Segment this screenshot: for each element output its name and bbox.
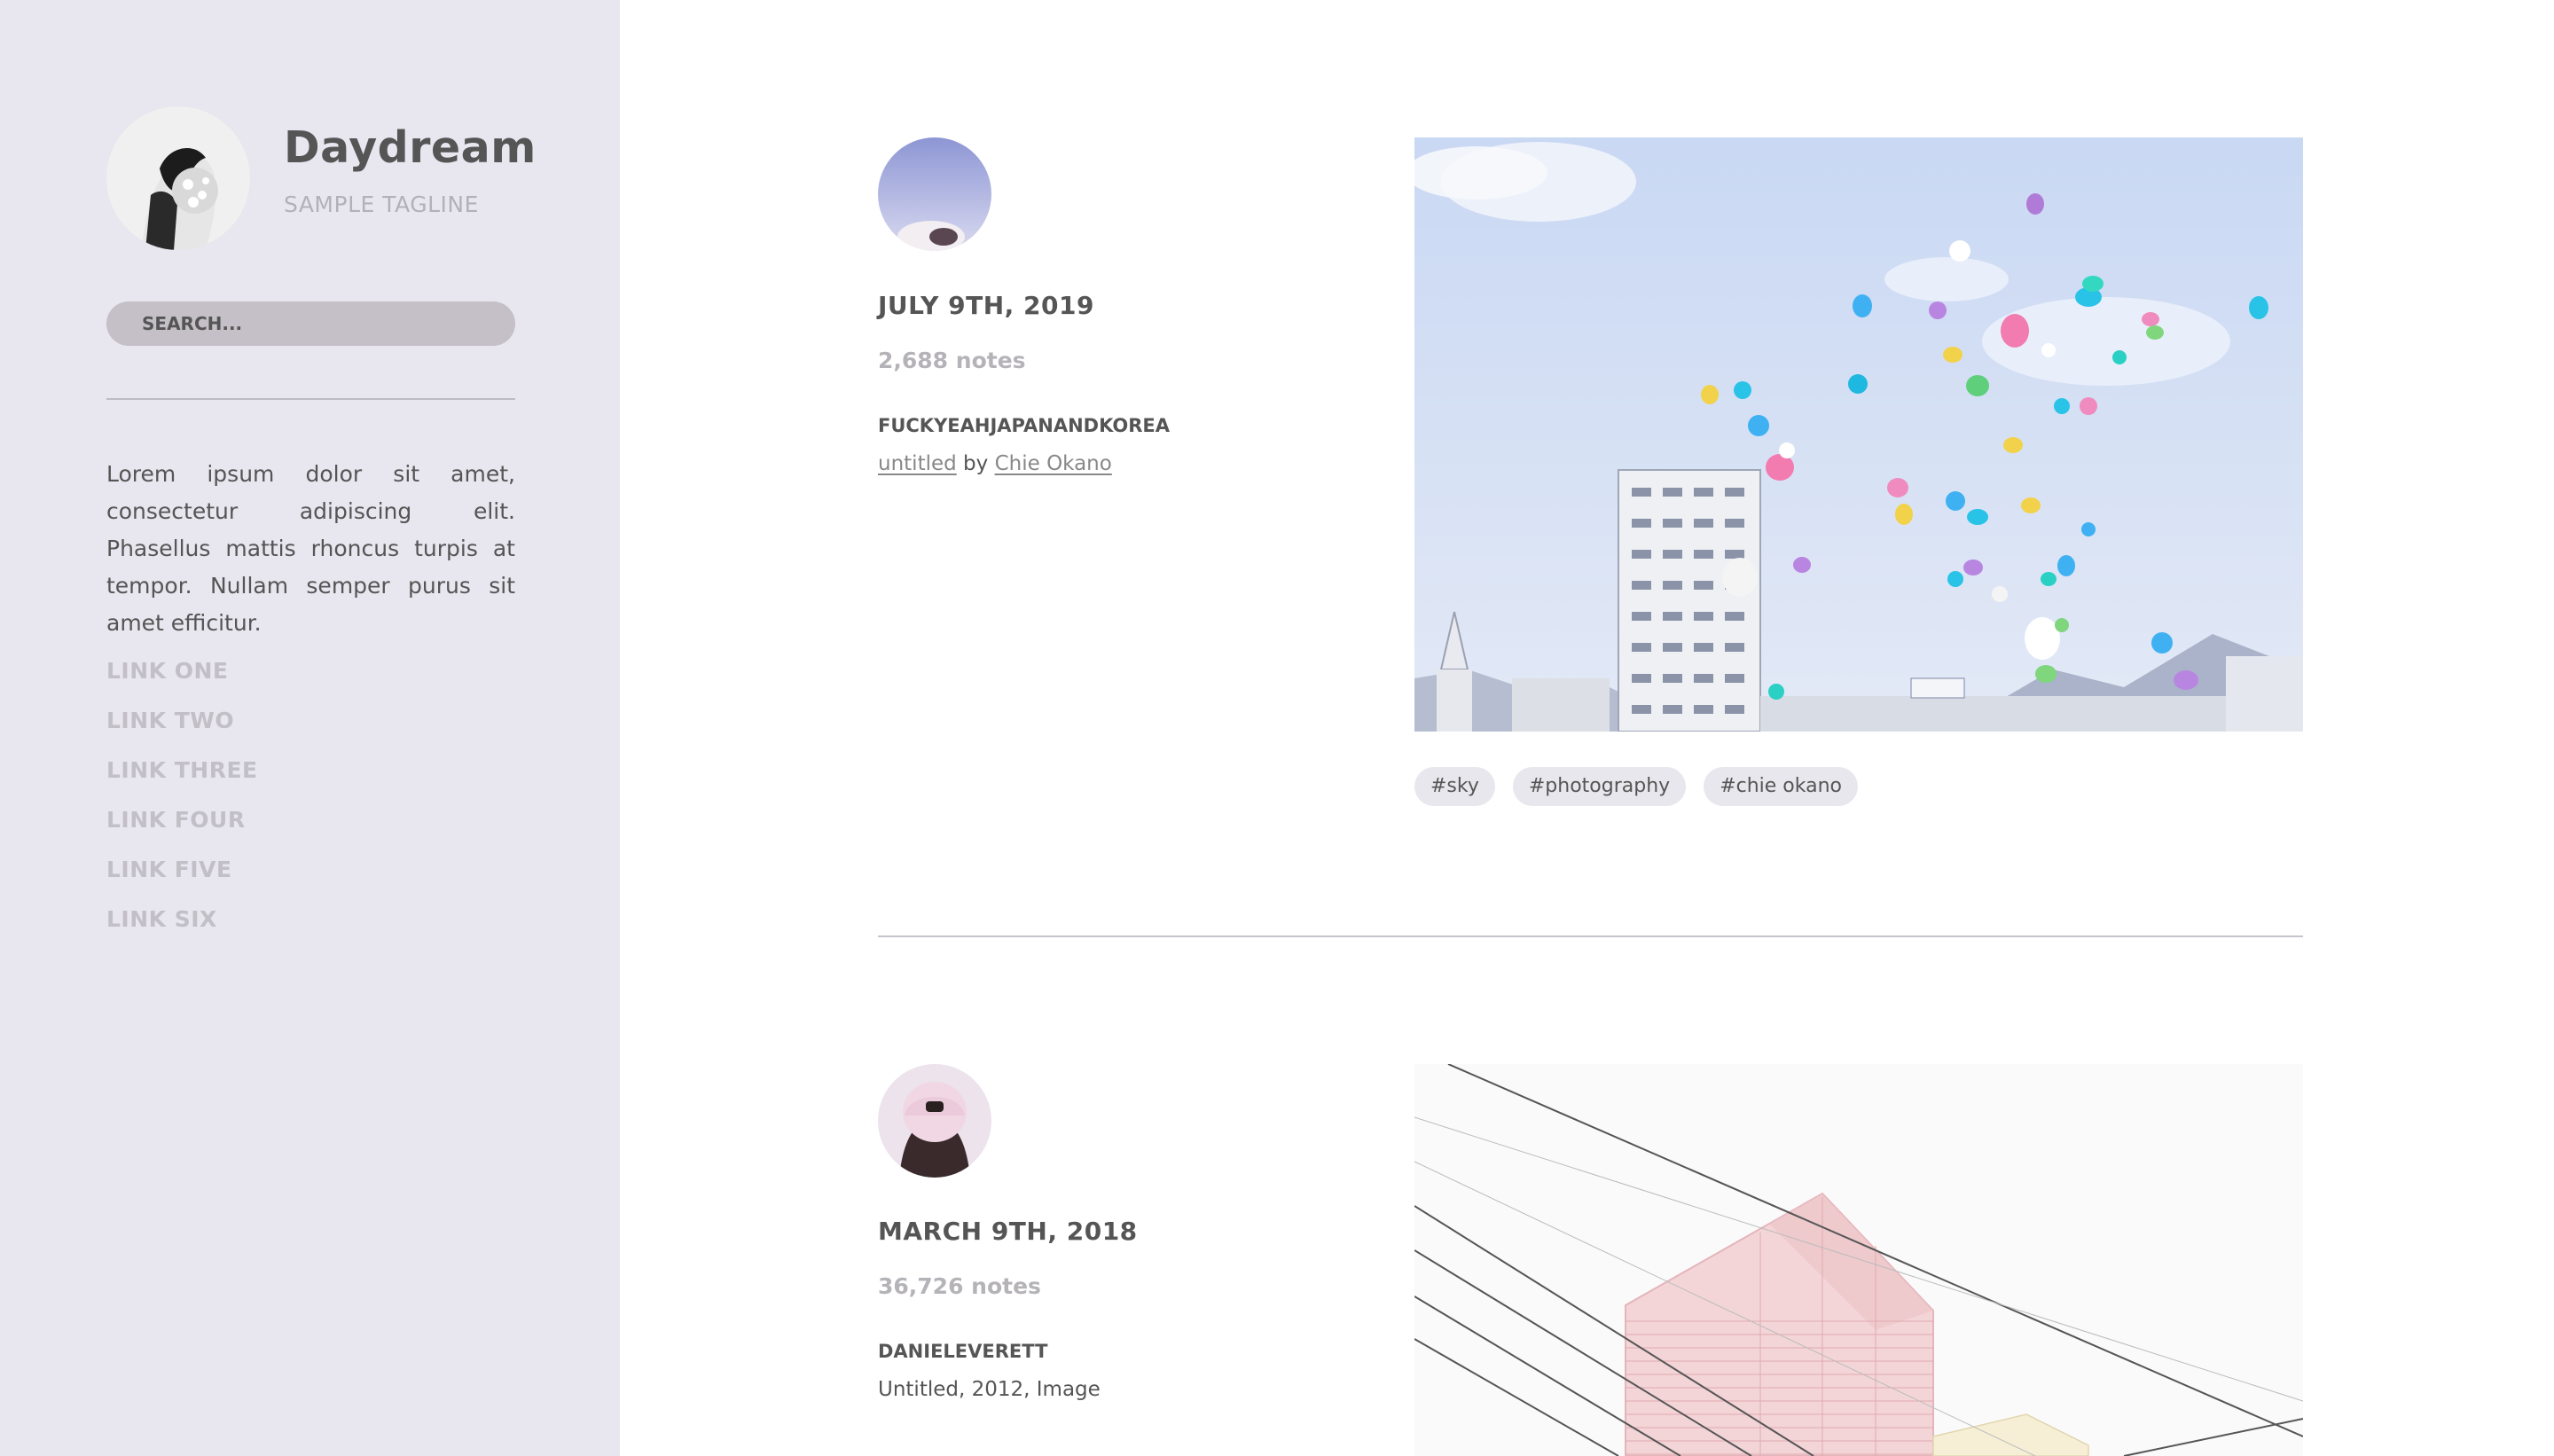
sidebar-nav: LINK ONE LINK TWO LINK THREE LINK FOUR L… [106,658,258,956]
tag-link[interactable]: #photography [1512,767,1687,806]
sidebar-divider [106,398,515,400]
site-tagline: SAMPLE TAGLINE [284,192,479,217]
post-date[interactable]: MARCH 9TH, 2018 [878,1217,1138,1246]
avatar-image [106,106,250,250]
caption-by: by [963,452,989,475]
post-author-avatar[interactable] [878,137,991,251]
search-input[interactable] [106,301,515,346]
tag-link[interactable]: #chie okano [1704,767,1858,806]
post-divider [878,935,2303,937]
post-caption: Untitled, 2012, Image [878,1378,1101,1401]
blog-description: Lorem ipsum dolor sit amet, consectetur … [106,461,515,636]
nav-link-two[interactable]: LINK TWO [106,708,234,733]
nav-link-six[interactable]: LINK SIX [106,906,217,932]
post-avatar-image [878,137,991,251]
caption-title-link[interactable]: untitled [878,452,957,475]
nav-item: LINK SIX [106,906,258,956]
post-photo[interactable] [1414,137,2303,732]
blog-avatar[interactable] [106,106,250,250]
post-tags: #sky #photography #chie okano [1414,767,1858,806]
post-notes[interactable]: 36,726 notes [878,1273,1041,1299]
post-avatar-image [878,1064,991,1178]
nav-link-five[interactable]: LINK FIVE [106,857,232,882]
nav-item: LINK FIVE [106,857,258,906]
nav-link-one[interactable]: LINK ONE [106,658,228,684]
balloons-photo [1414,137,2303,732]
nav-item: LINK THREE [106,757,258,807]
post-notes[interactable]: 2,688 notes [878,348,1026,373]
sidebar: Daydream SAMPLE TAGLINE Lorem ipsum dolo… [0,0,620,1456]
caption-author-link[interactable]: Chie Okano [995,452,1112,475]
nav-item: LINK ONE [106,658,258,708]
post-date[interactable]: JULY 9TH, 2019 [878,291,1094,320]
post-source-user[interactable]: DANIELEVERETT [878,1341,1047,1362]
nav-item: LINK FOUR [106,807,258,857]
post-photo[interactable] [1414,1064,2303,1456]
site-title[interactable]: Daydream [284,122,537,173]
nav-item: LINK TWO [106,708,258,757]
nav-link-four[interactable]: LINK FOUR [106,807,246,833]
post-caption: untitled by Chie Okano [878,452,1112,475]
post-source-user[interactable]: FUCKYEAHJAPANANDKOREA [878,415,1170,436]
tag-link[interactable]: #sky [1414,767,1495,806]
building-photo [1414,1064,2303,1456]
nav-link-three[interactable]: LINK THREE [106,757,258,783]
post-author-avatar[interactable] [878,1064,991,1178]
